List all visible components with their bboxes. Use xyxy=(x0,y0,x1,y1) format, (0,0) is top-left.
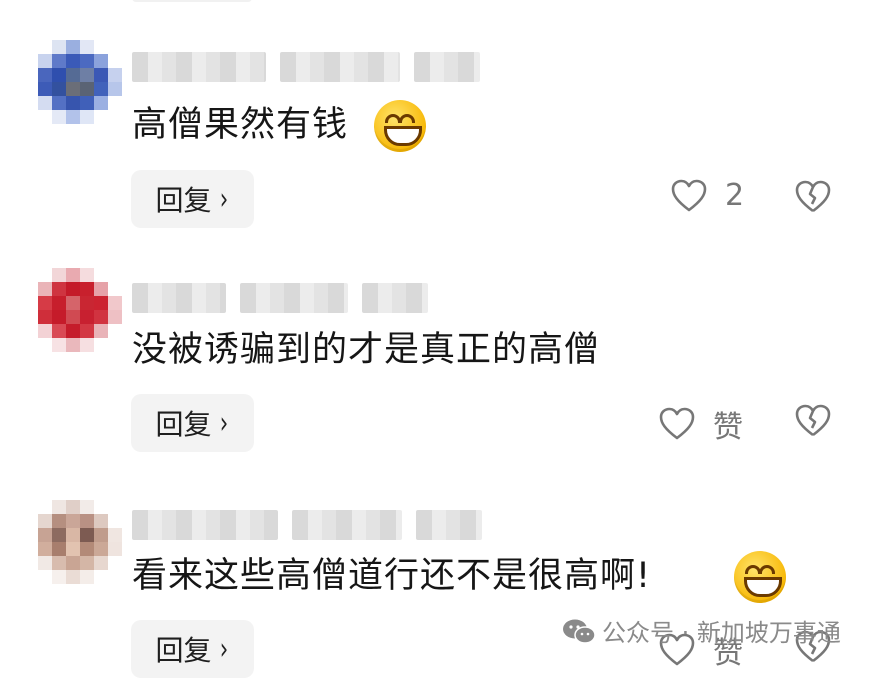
reply-button[interactable]: 回复 › xyxy=(131,394,254,452)
avatar[interactable] xyxy=(38,500,122,584)
comment-text: 看来这些高僧道行还不是很高啊! xyxy=(132,556,652,596)
watermark-text: 公众号 · 新加坡万事通 xyxy=(602,619,841,647)
reply-button[interactable]: 回复 › xyxy=(131,620,254,678)
comment-text: 没被诱骗到的才是真正的高僧 xyxy=(132,330,601,370)
username-blurred[interactable] xyxy=(132,510,482,540)
like-button[interactable]: 赞 xyxy=(659,402,743,446)
dislike-button[interactable] xyxy=(795,404,831,438)
broken-heart-icon xyxy=(795,180,831,213)
like-label: 赞 xyxy=(713,410,743,445)
comment-text: 高僧果然有钱 xyxy=(132,105,349,145)
chevron-right-icon: › xyxy=(219,631,228,667)
username-blurred[interactable] xyxy=(132,52,480,82)
broken-heart-icon xyxy=(795,404,831,437)
laughing-emoji-icon xyxy=(734,551,786,603)
reply-label: 回复 xyxy=(155,408,212,441)
heart-icon xyxy=(659,407,695,441)
dislike-button[interactable] xyxy=(795,180,831,214)
avatar[interactable] xyxy=(38,268,122,352)
grinning-emoji-icon xyxy=(374,100,426,152)
chevron-right-icon: › xyxy=(219,181,228,217)
reply-label: 回复 xyxy=(155,184,212,217)
comment-item: 没被诱骗到的才是真正的高僧 回复 › 赞 xyxy=(0,228,879,452)
chevron-right-icon: › xyxy=(219,405,228,441)
heart-icon xyxy=(671,179,707,213)
comment-item: 高僧果然有钱 回复 › 2 xyxy=(0,0,879,228)
reply-label: 回复 xyxy=(155,634,212,667)
username-blurred[interactable] xyxy=(132,283,428,313)
watermark: 公众号 · 新加坡万事通 xyxy=(562,613,841,648)
like-button[interactable]: 2 xyxy=(671,178,744,213)
avatar[interactable] xyxy=(38,40,122,124)
like-count: 2 xyxy=(725,178,745,213)
reply-button[interactable]: 回复 › xyxy=(131,170,254,228)
wechat-icon xyxy=(562,618,596,644)
